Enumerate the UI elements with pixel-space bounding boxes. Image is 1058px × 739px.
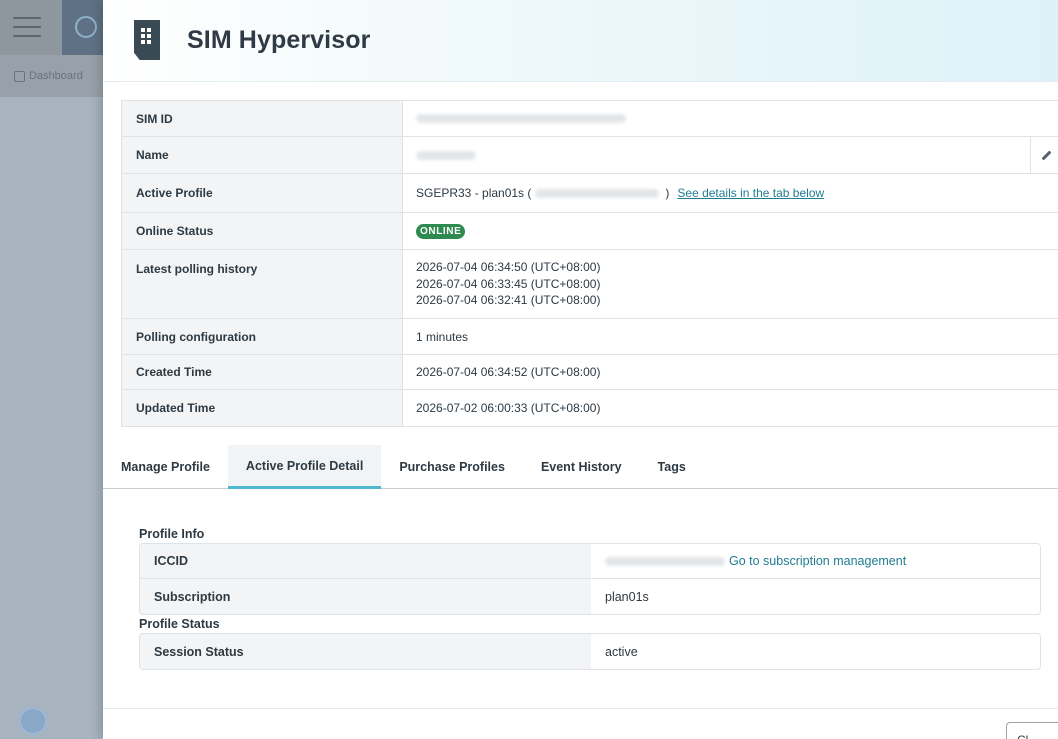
close-button[interactable]: Cl <box>1006 722 1058 739</box>
footer-divider <box>103 708 1058 709</box>
row-created-time: Created Time 2026-07-04 06:34:52 (UTC+08… <box>122 355 1058 390</box>
session-status-value: active <box>605 644 638 659</box>
subscription-label: Subscription <box>140 579 591 614</box>
row-subscription: Subscription plan01s <box>140 579 1040 614</box>
app-sidebar <box>0 97 103 739</box>
profile-status-table: Session Status active <box>139 633 1041 670</box>
name-redacted <box>416 150 476 160</box>
polling-history-value: 2026-07-04 06:34:50 (UTC+08:00) 2026-07-… <box>403 250 1058 318</box>
name-value <box>403 137 1058 173</box>
updated-time-label: Updated Time <box>122 390 403 426</box>
help-icon[interactable] <box>19 707 47 735</box>
pencil-icon <box>1041 150 1051 160</box>
tab-event-history[interactable]: Event History <box>523 445 640 489</box>
active-profile-value: SGEPR33 - plan01s ( ) See details in the… <box>403 174 1058 212</box>
row-updated-time: Updated Time 2026-07-02 06:00:33 (UTC+08… <box>122 390 1058 426</box>
polling-history-entry: 2026-07-04 06:33:45 (UTC+08:00) <box>416 276 601 291</box>
row-name: Name <box>122 137 1058 174</box>
profile-info-table: ICCID Go to subscription management Subs… <box>139 543 1041 615</box>
online-status-value: ONLINE <box>403 213 1058 249</box>
app-logo-icon[interactable] <box>62 0 104 55</box>
polling-history-label: Latest polling history <box>122 250 403 318</box>
tab-manage-profile[interactable]: Manage Profile <box>103 445 228 489</box>
created-time-label: Created Time <box>122 355 403 389</box>
sim-id-value <box>403 101 1058 136</box>
breadcrumb[interactable]: Dashboard <box>14 70 83 82</box>
active-profile-close-paren: ) <box>665 186 670 200</box>
online-status-label: Online Status <box>122 213 403 249</box>
dashboard-icon <box>14 70 25 82</box>
row-sim-id: SIM ID <box>122 101 1058 137</box>
row-active-profile: Active Profile SGEPR33 - plan01s ( ) See… <box>122 174 1058 213</box>
name-label: Name <box>122 137 403 173</box>
iccid-label: ICCID <box>140 544 591 578</box>
polling-config-value: 1 minutes <box>416 329 469 344</box>
sim-hypervisor-drawer: SIM Hypervisor SIM ID Name Active Profil… <box>103 0 1058 739</box>
session-status-label: Session Status <box>140 634 591 669</box>
subscription-value: plan01s <box>605 589 649 604</box>
sim-id-label: SIM ID <box>122 101 403 136</box>
iccid-redacted <box>535 188 660 198</box>
row-polling-config: Polling configuration 1 minutes <box>122 319 1058 355</box>
updated-time-value: 2026-07-02 06:00:33 (UTC+08:00) <box>416 401 601 415</box>
row-online-status: Online Status ONLINE <box>122 213 1058 250</box>
polling-history-entry: 2026-07-04 06:34:50 (UTC+08:00) <box>416 260 601 275</box>
iccid-value-redacted <box>605 556 725 566</box>
polling-history-entry: 2026-07-04 06:32:41 (UTC+08:00) <box>416 293 601 308</box>
drawer-header: SIM Hypervisor <box>103 0 1058 82</box>
edit-name-button[interactable] <box>1030 137 1058 173</box>
active-profile-text: SGEPR33 - plan01s ( <box>416 186 532 200</box>
tab-tags[interactable]: Tags <box>640 445 704 489</box>
row-session-status: Session Status active <box>140 634 1040 669</box>
hamburger-menu-icon[interactable] <box>13 17 41 37</box>
profile-tabs: Manage Profile Active Profile Detail Pur… <box>103 445 1058 489</box>
row-iccid: ICCID Go to subscription management <box>140 544 1040 579</box>
subscription-management-link[interactable]: Go to subscription management <box>729 554 906 568</box>
tab-purchase-profiles[interactable]: Purchase Profiles <box>381 445 523 489</box>
tab-active-profile-detail[interactable]: Active Profile Detail <box>227 445 382 489</box>
sim-card-icon <box>134 20 160 60</box>
profile-status-title: Profile Status <box>139 617 220 631</box>
polling-config-label: Polling configuration <box>122 319 403 354</box>
online-status-badge: ONLINE <box>416 223 466 239</box>
row-polling-history: Latest polling history 2026-07-04 06:34:… <box>122 250 1058 319</box>
active-profile-label: Active Profile <box>122 174 403 212</box>
sim-id-redacted <box>416 114 626 123</box>
breadcrumb-dashboard[interactable]: Dashboard <box>29 70 83 82</box>
created-time-value: 2026-07-04 06:34:52 (UTC+08:00) <box>416 365 601 379</box>
sim-details-table: SIM ID Name Active Profile SGEPR33 - pla… <box>121 100 1058 427</box>
iccid-value: Go to subscription management <box>591 544 1040 578</box>
drawer-title: SIM Hypervisor <box>187 26 371 54</box>
profile-info-title: Profile Info <box>139 527 205 541</box>
see-details-link[interactable]: See details in the tab below <box>677 186 824 200</box>
